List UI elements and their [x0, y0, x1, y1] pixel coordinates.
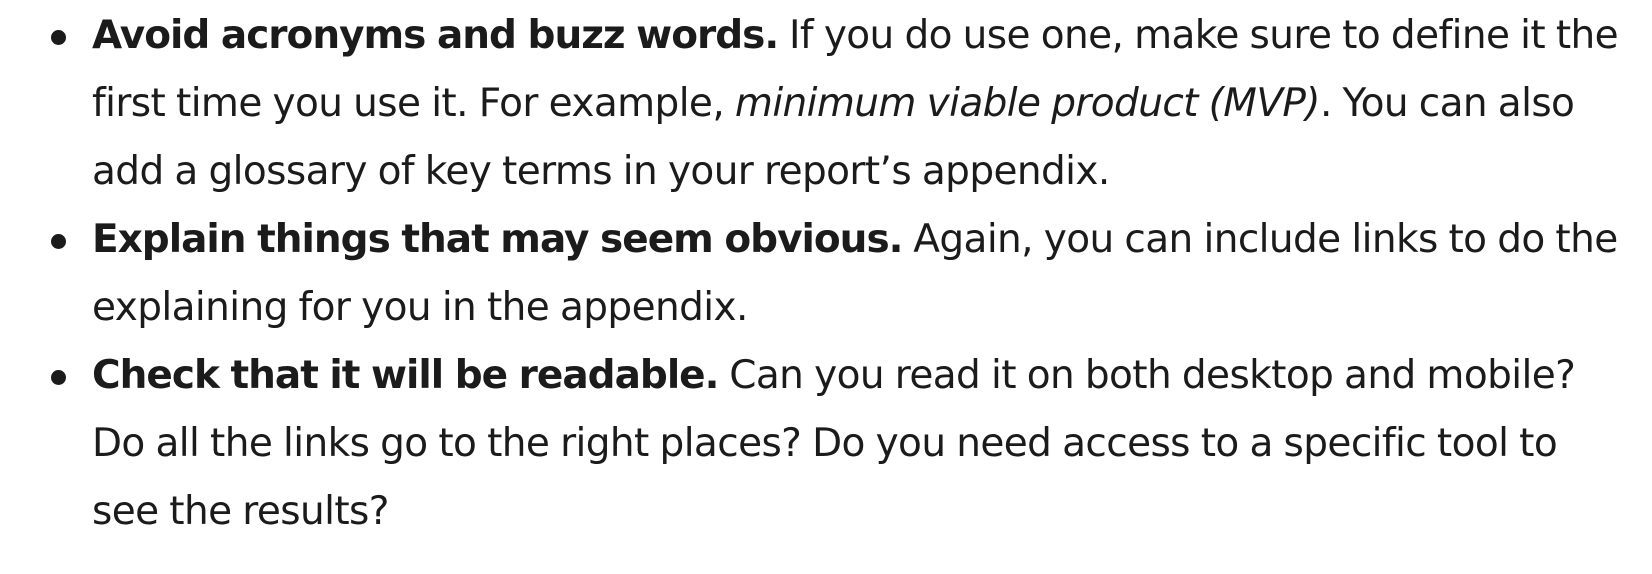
item-emphasis: minimum viable product (MVP) [734, 81, 1321, 126]
item-lead: Explain things that may seem obvious. [92, 217, 903, 262]
list-item: Avoid acronyms and buzz words. If you do… [51, 2, 1622, 206]
bullet-icon [51, 234, 66, 249]
item-lead: Check that it will be readable. [92, 353, 719, 398]
bullet-icon [51, 30, 66, 45]
list-item: Explain things that may seem obvious. Ag… [51, 206, 1622, 342]
list-item: Check that it will be readable. Can you … [51, 342, 1622, 546]
tips-list: Avoid acronyms and buzz words. If you do… [51, 2, 1622, 546]
item-lead: Avoid acronyms and buzz words. [92, 13, 779, 58]
bullet-icon [51, 370, 66, 385]
